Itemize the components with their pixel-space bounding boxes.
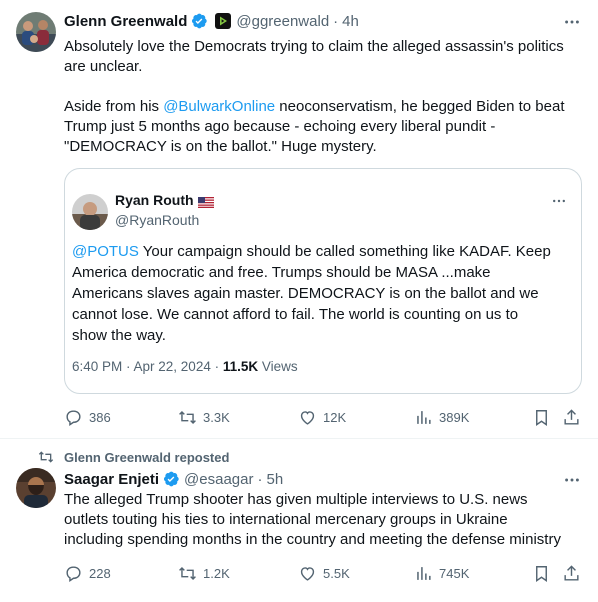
tweet-time[interactable]: 4h	[342, 13, 359, 30]
tweet-text-line: Absolutely love the Democrats trying to …	[64, 38, 564, 55]
quoted-tweet-text: @POTUS Your campaign should be called so…	[72, 241, 572, 346]
verified-badge-icon[interactable]	[190, 12, 208, 30]
quoted-views-label: Views	[258, 359, 298, 374]
quoted-text-line: America democratic and free. Trumps shou…	[72, 264, 491, 281]
quoted-tweet-meta[interactable]: 6:40 PM · Apr 22, 2024 · 11.5K Views	[72, 359, 298, 374]
mention-link[interactable]: @POTUS	[72, 243, 139, 260]
avatar-glenn-greenwald[interactable]	[16, 12, 56, 52]
like-icon	[300, 410, 315, 425]
avatar-ryan-routh[interactable]	[72, 194, 108, 230]
tweet-text-line: The alleged Trump shooter has given mult…	[64, 491, 528, 508]
tweet-text-line: Aside from his @BulwarkOnline neoconserv…	[64, 97, 586, 117]
views-icon	[417, 410, 431, 424]
share-icon	[564, 564, 579, 581]
quoted-text-line: @POTUS Your campaign should be called so…	[72, 241, 572, 262]
reply-button[interactable]: 386	[64, 406, 111, 428]
tweet-text-line: including spending months in the country…	[64, 531, 561, 548]
repost-button[interactable]: 3.3K	[178, 406, 230, 428]
tweet-actions: 386 3.3K 12K 389K	[64, 406, 584, 428]
bookmark-button[interactable]	[532, 406, 557, 428]
us-flag-icon	[197, 195, 214, 208]
author-handle[interactable]: @ggreenwald	[236, 13, 329, 30]
author-name[interactable]: Saagar Enjeti	[64, 471, 159, 488]
separator-dot: ·	[333, 12, 339, 30]
repost-count: 3.3K	[203, 409, 230, 425]
reply-count: 386	[89, 409, 111, 425]
reply-button[interactable]: 228	[64, 562, 111, 584]
views-count: 389K	[439, 409, 470, 425]
separator-dot: ·	[257, 470, 263, 488]
reply-count: 228	[89, 565, 111, 581]
share-button[interactable]	[562, 562, 587, 584]
text-fragment: Aside from his	[64, 98, 164, 115]
reply-icon	[66, 409, 81, 426]
repost-icon	[179, 410, 196, 424]
like-icon	[300, 566, 315, 581]
tweet-actions: 228 1.2K 5.5K 745K	[64, 562, 584, 584]
tweet-text-line: Trump just 5 months ago because - echoin…	[64, 118, 496, 135]
text-fragment: neoconservatism, he begged Biden to beat	[275, 98, 565, 115]
quoted-tweet[interactable]: Ryan Routh @RyanRouth @POTUS Your campai…	[64, 168, 582, 394]
like-count: 5.5K	[323, 565, 350, 581]
tweet-text: The alleged Trump shooter has given mult…	[64, 490, 586, 550]
verified-badge-icon[interactable]	[162, 470, 180, 488]
more-icon[interactable]	[562, 470, 582, 490]
views-button[interactable]: 389K	[414, 406, 469, 428]
quoted-author-row: Ryan Routh	[115, 192, 214, 208]
rumble-icon[interactable]	[214, 12, 232, 30]
author-handle[interactable]: @esaagar	[184, 471, 253, 488]
tweet-header: Glenn Greenwald @ggreenwald · 4h	[64, 10, 359, 32]
like-count: 12K	[323, 409, 347, 425]
bookmark-icon	[536, 565, 547, 582]
repost-count: 1.2K	[203, 565, 230, 581]
reply-icon	[66, 565, 81, 582]
repost-icon	[179, 566, 196, 580]
quoted-text-line: show the way.	[72, 327, 166, 344]
tweet-text: Absolutely love the Democrats trying to …	[64, 37, 586, 157]
share-icon	[564, 408, 579, 425]
mention-link[interactable]: @BulwarkOnline	[163, 98, 275, 115]
bookmark-icon	[536, 409, 547, 426]
tweet-text-line: outlets touting his ties to internationa…	[64, 511, 508, 528]
quoted-text-line: Americans slaves again master. DEMOCRACY…	[72, 285, 539, 302]
bookmark-button[interactable]	[532, 562, 557, 584]
tweet-time[interactable]: 5h	[266, 471, 283, 488]
author-name[interactable]: Glenn Greenwald	[64, 13, 187, 30]
views-count: 745K	[439, 565, 470, 581]
repost-button[interactable]: 1.2K	[178, 562, 230, 584]
quoted-author-handle[interactable]: @RyanRouth	[115, 212, 199, 228]
like-button[interactable]: 12K	[298, 406, 346, 428]
tweet-header: Saagar Enjeti @esaagar · 5h	[64, 468, 283, 490]
more-icon[interactable]	[549, 191, 569, 211]
quoted-text-line: cannot lose. We cannot afford to fail. T…	[72, 306, 519, 323]
views-icon	[417, 566, 431, 580]
share-button[interactable]	[562, 406, 587, 428]
like-button[interactable]: 5.5K	[298, 562, 350, 584]
more-icon[interactable]	[562, 12, 582, 32]
tweet-text-line: "DEMOCRACY is on the ballot." Huge myste…	[64, 138, 377, 155]
quoted-views-count: 11.5K	[222, 359, 259, 374]
avatar-saagar-enjeti[interactable]	[16, 468, 56, 508]
tweet-text-line: are unclear.	[64, 58, 143, 75]
quoted-timestamp: 6:40 PM · Apr 22, 2024 ·	[72, 359, 223, 374]
text-fragment: Your campaign should be called something…	[138, 243, 551, 260]
tweet-saagar-enjeti[interactable]: Saagar Enjeti @esaagar · 5h The alleged …	[0, 438, 598, 602]
views-button[interactable]: 745K	[414, 562, 469, 584]
tweet-glenn-greenwald[interactable]: Glenn Greenwald @ggreenwald · 4h Absolut…	[0, 0, 598, 438]
quoted-author-name[interactable]: Ryan Routh	[115, 192, 194, 208]
